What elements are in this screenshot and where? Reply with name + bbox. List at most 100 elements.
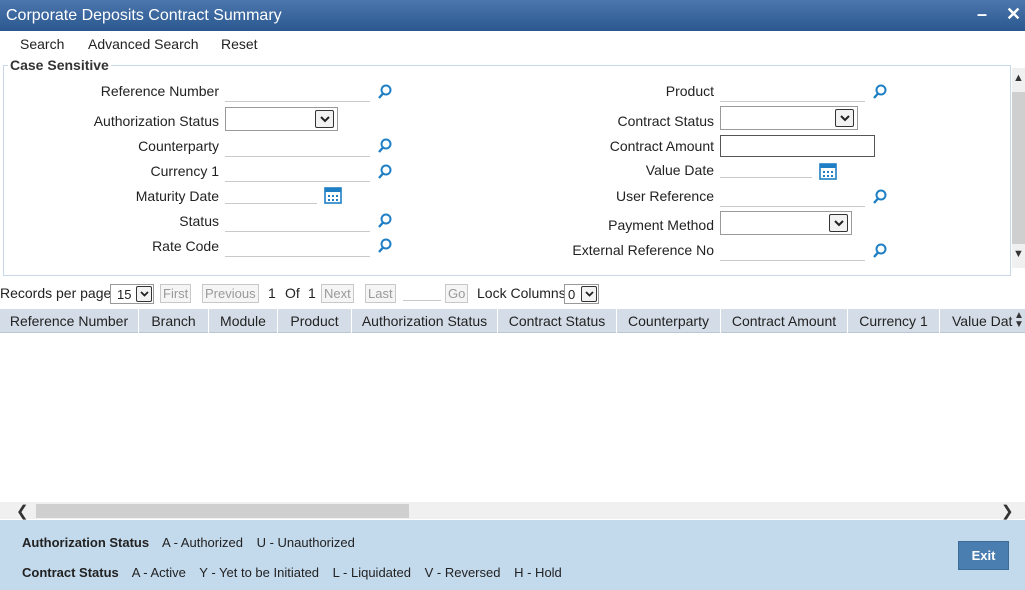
- chevron-down-icon[interactable]: [315, 110, 334, 128]
- scrollbar-thumb[interactable]: [1012, 92, 1025, 244]
- column-header[interactable]: Value Dat: [940, 309, 1014, 333]
- product-input[interactable]: [720, 80, 865, 102]
- minimize-button[interactable]: –: [977, 4, 987, 25]
- records-per-page-label: Records per page: [0, 285, 112, 301]
- column-header[interactable]: Product: [278, 309, 352, 333]
- column-header[interactable]: Counterparty: [617, 309, 721, 333]
- title-bar: Corporate Deposits Contract Summary – ✕: [0, 0, 1025, 31]
- chevron-down-icon[interactable]: [136, 286, 152, 302]
- exit-button[interactable]: Exit: [958, 541, 1009, 570]
- toolbar: Search Advanced Search Reset: [0, 31, 1025, 56]
- next-page-button[interactable]: Next: [321, 284, 354, 303]
- counterparty-label: Counterparty: [138, 138, 219, 154]
- advanced-search-button[interactable]: Advanced Search: [88, 36, 199, 52]
- scroll-down-icon[interactable]: ▼: [1013, 248, 1024, 260]
- maturity-date-input[interactable]: [225, 182, 317, 204]
- records-per-page-value: 15: [117, 287, 132, 302]
- reference-number-search-icon[interactable]: [377, 84, 393, 100]
- reference-number-label: Reference Number: [100, 83, 219, 99]
- status-legend-footer: Authorization Status A - Authorized U - …: [0, 520, 1025, 590]
- legend-item: Y - Yet to be Initiated: [199, 565, 320, 580]
- currency-label: Currency 1: [150, 163, 219, 179]
- reset-button[interactable]: Reset: [221, 36, 258, 52]
- lock-columns-label: Lock Columns: [477, 285, 566, 301]
- maturity-date-label: Maturity Date: [135, 188, 219, 204]
- reference-number-input[interactable]: [225, 80, 370, 102]
- scrollbar-thumb[interactable]: [36, 504, 409, 518]
- grid-horizontal-scrollbar[interactable]: ❮ ❯: [0, 502, 1025, 520]
- value-date-calendar-icon[interactable]: [819, 163, 837, 180]
- contract-status-legend: Contract Status A - Active Y - Yet to be…: [22, 565, 572, 580]
- value-date-label: Value Date: [645, 162, 714, 178]
- lock-columns-value: 0: [568, 287, 576, 302]
- chevron-down-icon[interactable]: [581, 286, 597, 302]
- chevron-down-icon[interactable]: [835, 109, 854, 127]
- column-header[interactable]: Authorization Status: [352, 309, 498, 333]
- legend-item: H - Hold: [514, 565, 562, 580]
- status-search-icon[interactable]: [377, 213, 393, 229]
- legend-item: A - Authorized: [162, 535, 243, 550]
- rate-code-search-icon[interactable]: [377, 238, 393, 254]
- previous-page-button[interactable]: Previous: [202, 284, 259, 303]
- column-header[interactable]: Currency 1: [848, 309, 940, 333]
- case-sensitive-legend: Case Sensitive: [8, 57, 111, 73]
- external-reference-search-icon[interactable]: [872, 243, 888, 259]
- sort-arrows-icon[interactable]: ▲ ▼: [1014, 311, 1024, 330]
- current-page: 1: [268, 285, 276, 301]
- user-reference-label: User Reference: [615, 188, 714, 204]
- scroll-up-icon[interactable]: ▲: [1013, 72, 1024, 84]
- authorization-status-label: Authorization Status: [93, 113, 219, 129]
- rate-code-input[interactable]: [225, 235, 370, 257]
- contract-amount-label: Contract Amount: [609, 138, 714, 154]
- auth-legend-title: Authorization Status: [22, 535, 150, 550]
- column-header[interactable]: Reference Number: [0, 309, 139, 333]
- scroll-left-icon[interactable]: ❮: [16, 502, 29, 520]
- counterparty-input[interactable]: [225, 135, 370, 157]
- user-reference-input[interactable]: [720, 185, 865, 207]
- authorization-status-legend: Authorization Status A - Authorized U - …: [22, 535, 365, 550]
- results-grid-header: Reference Number Branch Module Product A…: [0, 309, 1025, 333]
- go-button[interactable]: Go: [445, 284, 469, 303]
- contract-legend-title: Contract Status: [22, 565, 119, 580]
- payment-method-label: Payment Method: [608, 217, 714, 233]
- authorization-status-select[interactable]: [225, 107, 338, 131]
- payment-method-select[interactable]: [720, 211, 852, 235]
- contract-status-select[interactable]: [720, 106, 858, 130]
- currency-input[interactable]: [225, 160, 370, 182]
- contract-status-label: Contract Status: [617, 113, 715, 129]
- contract-amount-input[interactable]: [720, 135, 875, 157]
- results-grid-body: [0, 334, 1025, 502]
- legend-item: A - Active: [131, 565, 186, 580]
- status-label: Status: [179, 213, 219, 229]
- total-pages: 1: [308, 285, 316, 301]
- product-label: Product: [665, 83, 714, 99]
- maturity-date-calendar-icon[interactable]: [324, 187, 342, 204]
- external-reference-no-input[interactable]: [720, 239, 865, 261]
- goto-page-input[interactable]: [403, 300, 441, 301]
- product-search-icon[interactable]: [872, 84, 888, 100]
- lock-columns-select[interactable]: 0: [564, 284, 599, 304]
- scroll-right-icon[interactable]: ❯: [1001, 502, 1014, 520]
- window-title: Corporate Deposits Contract Summary: [6, 7, 282, 24]
- chevron-down-icon[interactable]: [829, 214, 848, 232]
- user-reference-search-icon[interactable]: [872, 189, 888, 205]
- search-button[interactable]: Search: [20, 36, 64, 52]
- records-per-page-select[interactable]: 15: [110, 284, 154, 304]
- column-header[interactable]: Branch: [139, 309, 209, 333]
- legend-item: L - Liquidated: [332, 565, 411, 580]
- column-header[interactable]: Contract Amount: [721, 309, 848, 333]
- currency-search-icon[interactable]: [377, 164, 393, 180]
- legend-item: V - Reversed: [424, 565, 501, 580]
- of-label: Of: [285, 285, 300, 301]
- status-input[interactable]: [225, 210, 370, 232]
- column-header[interactable]: Module: [209, 309, 278, 333]
- criteria-vertical-scrollbar[interactable]: ▲ ▼: [1012, 68, 1025, 268]
- first-page-button[interactable]: First: [160, 284, 192, 303]
- pager-bar: Records per page 15 First Previous 1 Of …: [0, 282, 1025, 306]
- column-header[interactable]: Contract Status: [498, 309, 617, 333]
- counterparty-search-icon[interactable]: [377, 138, 393, 154]
- close-button[interactable]: ✕: [1006, 4, 1021, 25]
- last-page-button[interactable]: Last: [365, 284, 396, 303]
- legend-item: U - Unauthorized: [256, 535, 355, 550]
- value-date-input[interactable]: [720, 156, 812, 178]
